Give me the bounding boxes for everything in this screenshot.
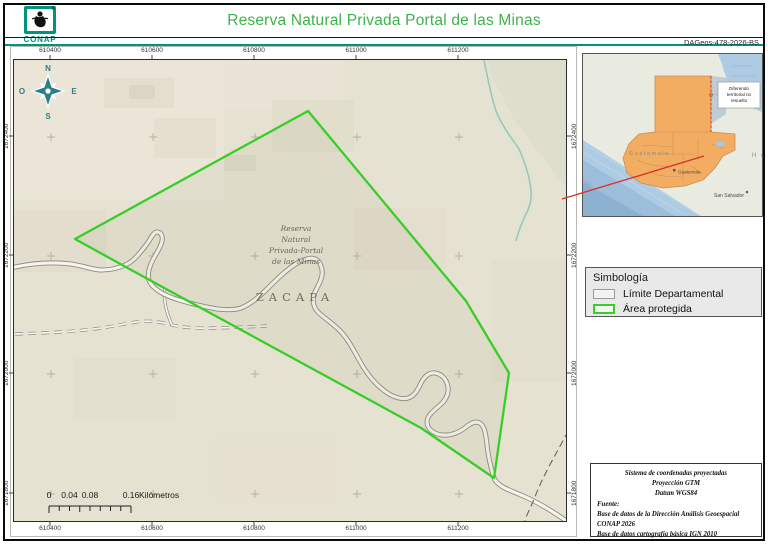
country-label: G u a t e m a l a bbox=[629, 151, 669, 157]
y-axis-label: 1672000 bbox=[2, 351, 12, 395]
inset-canvas: Diferendo territorial no resuelto G u a … bbox=[583, 54, 762, 216]
source-heading: Fuente: bbox=[597, 500, 755, 510]
credits-box: Sistema de coordenadas proyectadas Proye… bbox=[590, 463, 762, 537]
x-axis-label: 610800 bbox=[232, 525, 276, 532]
y-axis-label: 1672200 bbox=[2, 233, 12, 277]
y-axis-label: 1672400 bbox=[570, 114, 580, 158]
compass-s-label: S bbox=[45, 112, 51, 121]
y-axis-label: 1672400 bbox=[2, 114, 12, 158]
honduras-label: H o bbox=[752, 153, 762, 159]
compass-n-label: N bbox=[45, 64, 51, 73]
svg-text:0.16: 0.16 bbox=[123, 490, 140, 500]
compass-o-label: O bbox=[19, 87, 25, 96]
document-code: DAGeos-478-2026-BS bbox=[684, 38, 759, 47]
source-1a: Base de datos de la Dirección Análisis G… bbox=[597, 510, 755, 520]
y-axis-label: 1672000 bbox=[570, 351, 580, 395]
svg-text:0.04: 0.04 bbox=[61, 490, 78, 500]
main-map-canvas: Reserva Natural Privada-Portal de las Mi… bbox=[14, 60, 566, 521]
registered-mark: ® bbox=[51, 6, 55, 12]
compass-e-label: E bbox=[71, 87, 77, 96]
protected-area-swatch-icon bbox=[593, 304, 615, 314]
svg-text:de las Minas: de las Minas bbox=[272, 257, 320, 266]
projection-system: Sistema de coordenadas proyectadas bbox=[597, 469, 755, 479]
page-title: Reserva Natural Privada Portal de las Mi… bbox=[0, 12, 768, 30]
city-marker bbox=[673, 169, 675, 171]
conap-emblem-icon: ® bbox=[24, 6, 56, 34]
quetzal-glyph-icon bbox=[27, 9, 53, 31]
x-axis-label: 610600 bbox=[130, 47, 174, 54]
san-salvador-marker bbox=[746, 191, 749, 194]
svg-text:Diferendo: Diferendo bbox=[729, 86, 749, 91]
city-label: Guatemala bbox=[678, 170, 701, 175]
depth-label: 721 bbox=[584, 182, 591, 187]
y-axis-label: 1672200 bbox=[570, 233, 580, 277]
y-axis-label: 1671800 bbox=[2, 471, 12, 515]
conap-logo: ® CONAP bbox=[20, 6, 60, 44]
source-2: Base de datos cartografía básica IGN 201… bbox=[597, 530, 755, 540]
legend-item-protected-area: Área protegida bbox=[593, 303, 754, 315]
svg-text:Privada-Portal: Privada-Portal bbox=[268, 246, 324, 255]
svg-text:resuelto: resuelto bbox=[731, 98, 748, 103]
svg-text:Reserva: Reserva bbox=[280, 224, 312, 233]
x-axis-label: 610800 bbox=[232, 47, 276, 54]
departmental-swatch-icon bbox=[593, 289, 615, 299]
projection: Proyección GTM bbox=[597, 479, 755, 489]
x-axis-label: 611200 bbox=[436, 525, 480, 532]
x-axis-label: 611000 bbox=[334, 47, 378, 54]
header-divider bbox=[5, 37, 763, 38]
x-axis-label: 610600 bbox=[130, 525, 174, 532]
lake-izabal bbox=[715, 141, 725, 147]
san-salvador-label: San Salvador bbox=[714, 193, 744, 199]
inset-locator-map: Diferendo territorial no resuelto G u a … bbox=[582, 53, 763, 217]
y-axis-label: 1671800 bbox=[570, 471, 580, 515]
legend-title: Simbología bbox=[593, 272, 754, 284]
svg-text:0.08: 0.08 bbox=[82, 490, 99, 500]
x-axis-label: 610400 bbox=[28, 525, 72, 532]
department-label: ZACAPA bbox=[256, 290, 334, 304]
map-document: Reserva Natural Privada Portal de las Mi… bbox=[0, 0, 768, 544]
svg-text:territorial no: territorial no bbox=[727, 92, 752, 97]
x-axis-label: 611000 bbox=[334, 525, 378, 532]
svg-text:Natural: Natural bbox=[280, 235, 311, 244]
datum: Datum WGS84 bbox=[597, 489, 755, 499]
svg-text:Kilómetros: Kilómetros bbox=[139, 490, 179, 500]
x-axis-label: 611200 bbox=[436, 47, 480, 54]
legend-item-departmental: Límite Departamental bbox=[593, 288, 754, 300]
legend: Simbología Límite Departamental Área pro… bbox=[585, 267, 762, 317]
main-map: Reserva Natural Privada-Portal de las Mi… bbox=[13, 59, 567, 522]
source-1b: CONAP 2026 bbox=[597, 520, 755, 530]
svg-text:0: 0 bbox=[47, 490, 52, 500]
x-axis-label: 610400 bbox=[28, 47, 72, 54]
